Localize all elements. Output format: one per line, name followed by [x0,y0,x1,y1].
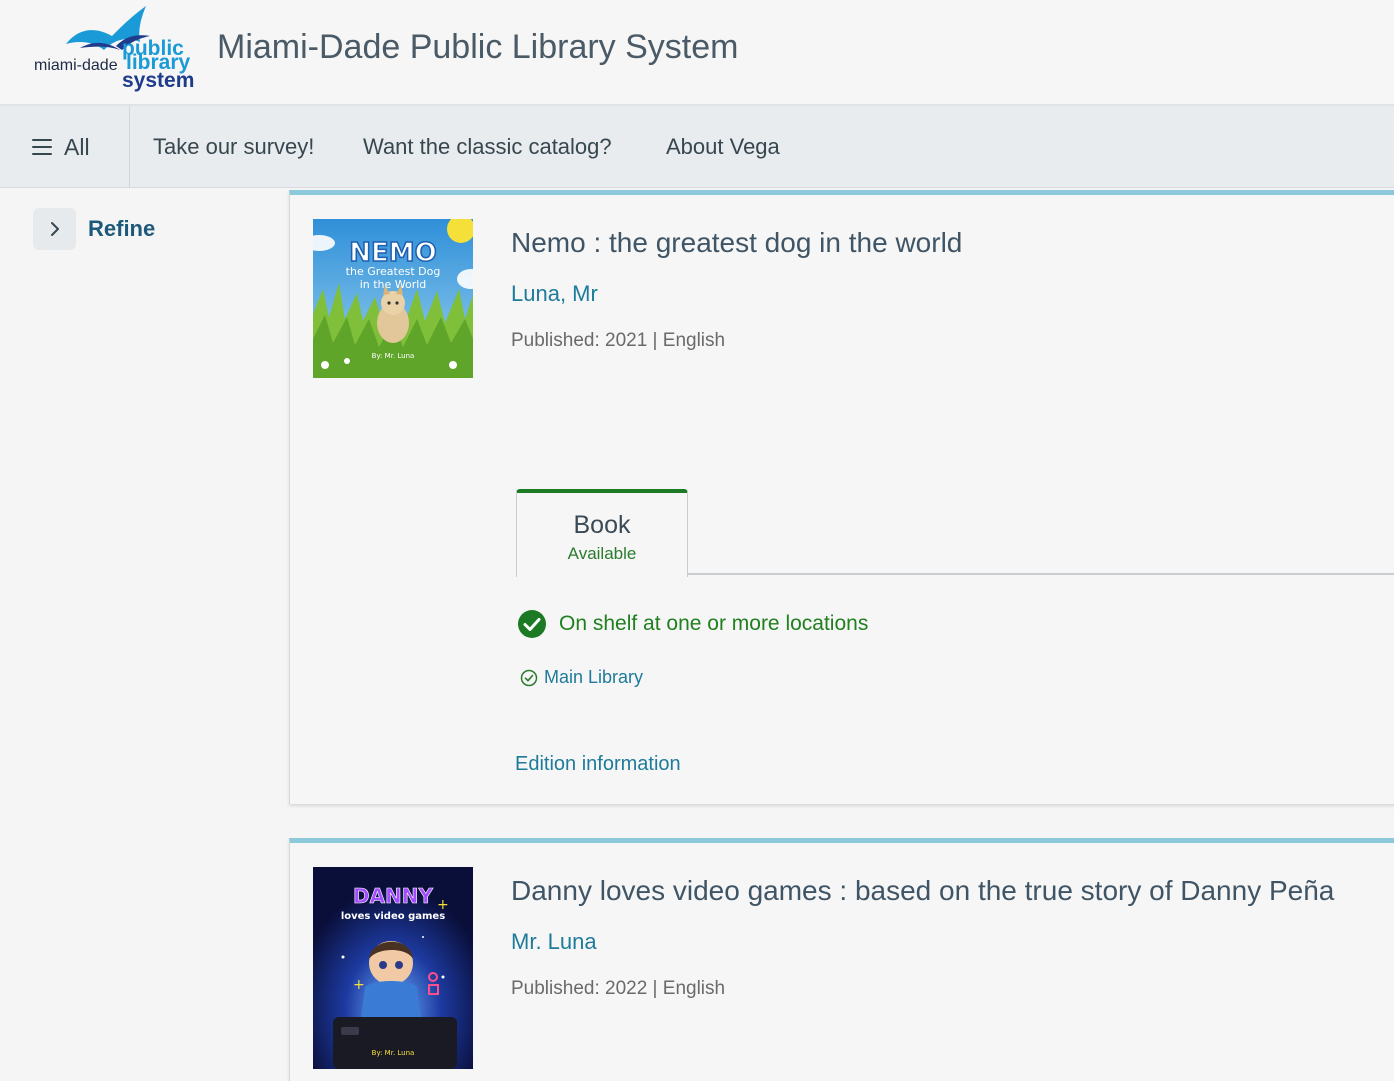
site-title: Miami-Dade Public Library System [217,28,739,66]
cover-title: DANNY [353,884,434,908]
search-result-card: + + DANNY loves video games By: Mr. Luna… [289,838,1394,1081]
result-title-link[interactable]: Nemo : the greatest dog in the world [511,227,962,259]
format-tab-book[interactable]: Book Available [516,489,688,577]
all-menu-button[interactable]: All [0,106,130,188]
refine-toggle[interactable]: Refine [33,208,155,250]
cover-title: NEMO [349,238,437,268]
logo-word-miami-dade: miami-dade [34,57,118,74]
nav-link-about-vega[interactable]: About Vega [666,106,780,188]
site-header: public miami-dade library system Miami-D… [0,0,1394,103]
search-result-card: NEMO the Greatest Dog in the World By: M… [289,190,1394,804]
result-author-link[interactable]: Mr. Luna [511,929,597,955]
book-cover-nemo[interactable]: NEMO the Greatest Dog in the World By: M… [313,219,473,378]
check-circle-filled-icon [518,610,546,638]
refine-label: Refine [88,216,156,241]
logo-word-system: system [122,69,195,92]
hamburger-menu-icon [32,139,52,155]
svg-text:+: + [353,977,365,993]
cover-subtitle-2: in the World [360,278,427,291]
result-title-link[interactable]: Danny loves video games : based on the t… [511,875,1334,907]
format-availability-label: Available [567,544,637,563]
edition-information-link[interactable]: Edition information [515,753,681,776]
cover-byline: By: Mr. Luna [372,352,415,360]
location-main-library[interactable]: Main Library [520,667,643,688]
availability-status: On shelf at one or more locations [517,609,868,639]
location-name: Main Library [544,667,644,687]
library-logo[interactable]: public miami-dade library system [30,6,200,96]
refine-expand-button[interactable] [33,208,76,250]
check-circle-outline-icon [520,669,538,686]
result-publication-info: Published: 2022 | English [511,978,726,999]
nav-link-classic-catalog[interactable]: Want the classic catalog? [363,106,612,188]
cover-byline: By: Mr. Luna [372,1049,415,1057]
cover-subtitle-1: loves video games [341,911,445,922]
result-author-link[interactable]: Luna, Mr [511,281,598,307]
main-nav: All Take our survey! Want the classic ca… [0,104,1394,188]
result-publication-info: Published: 2021 | English [511,330,726,351]
availability-text: On shelf at one or more locations [559,612,869,635]
book-cover-danny[interactable]: + + DANNY loves video games By: Mr. Luna [313,867,473,1069]
all-menu-label: All [64,133,90,160]
chevron-right-icon [50,222,59,236]
format-type-label: Book [573,511,631,539]
cover-subtitle-1: the Greatest Dog [346,265,441,278]
nav-link-survey[interactable]: Take our survey! [153,106,314,188]
